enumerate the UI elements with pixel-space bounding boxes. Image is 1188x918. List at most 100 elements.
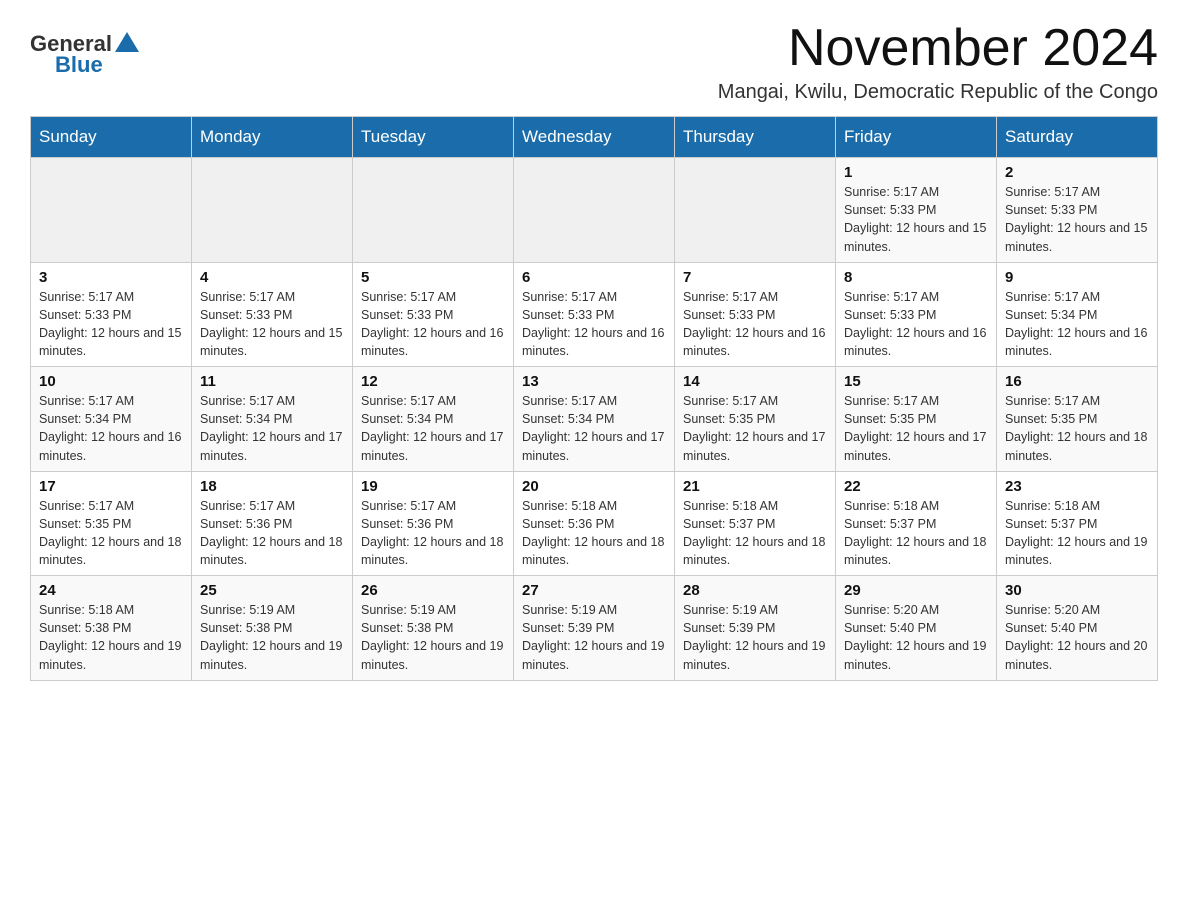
day-info: Sunrise: 5:20 AM Sunset: 5:40 PM Dayligh… xyxy=(1005,601,1149,674)
col-wednesday: Wednesday xyxy=(514,117,675,158)
table-row: 8 Sunrise: 5:17 AM Sunset: 5:33 PM Daylig… xyxy=(836,262,997,367)
subtitle: Mangai, Kwilu, Democratic Republic of th… xyxy=(718,81,1158,104)
day-number: 20 xyxy=(522,478,666,495)
day-number: 16 xyxy=(1005,373,1149,390)
title-area: November 2024 Mangai, Kwilu, Democratic … xyxy=(718,20,1158,104)
table-row: 12 Sunrise: 5:17 AM Sunset: 5:34 PM Dayli… xyxy=(353,367,514,472)
table-row: 3 Sunrise: 5:17 AM Sunset: 5:33 PM Daylig… xyxy=(31,262,192,367)
table-row: 6 Sunrise: 5:17 AM Sunset: 5:33 PM Daylig… xyxy=(514,262,675,367)
table-row: 20 Sunrise: 5:18 AM Sunset: 5:36 PM Dayli… xyxy=(514,471,675,576)
table-row: 2 Sunrise: 5:17 AM Sunset: 5:33 PM Daylig… xyxy=(997,158,1158,263)
table-row: 4Sunrise: 5:17 AM Sunset: 5:33 PM Daylig… xyxy=(192,262,353,367)
calendar-table: Sunday Monday Tuesday Wednesday Thursday… xyxy=(30,116,1158,681)
day-number: 12 xyxy=(361,373,505,390)
day-number: 6 xyxy=(522,269,666,286)
day-number: 1 xyxy=(844,164,988,181)
day-info: Sunrise: 5:17 AM Sunset: 5:36 PM Dayligh… xyxy=(200,497,344,570)
day-info: Sunrise: 5:17 AM Sunset: 5:34 PM Dayligh… xyxy=(1005,288,1149,361)
table-row: 15 Sunrise: 5:17 AM Sunset: 5:35 PM Dayli… xyxy=(836,367,997,472)
day-number: 15 xyxy=(844,373,988,390)
day-number: 18 xyxy=(200,478,344,495)
day-info: Sunrise: 5:17 AM Sunset: 5:33 PM Dayligh… xyxy=(1005,183,1149,256)
table-row: 13Sunrise: 5:17 AM Sunset: 5:34 PM Dayli… xyxy=(514,367,675,472)
table-row: 1 Sunrise: 5:17 AM Sunset: 5:33 PM Daylig… xyxy=(836,158,997,263)
table-row: 26 Sunrise: 5:19 AM Sunset: 5:38 PM Dayli… xyxy=(353,576,514,681)
day-number: 14 xyxy=(683,373,827,390)
day-number: 17 xyxy=(39,478,183,495)
day-info: Sunrise: 5:20 AM Sunset: 5:40 PM Dayligh… xyxy=(844,601,988,674)
col-monday: Monday xyxy=(192,117,353,158)
day-number: 23 xyxy=(1005,478,1149,495)
day-info: Sunrise: 5:18 AM Sunset: 5:36 PM Dayligh… xyxy=(522,497,666,570)
table-row: 22 Sunrise: 5:18 AM Sunset: 5:37 PM Dayli… xyxy=(836,471,997,576)
day-info: Sunrise: 5:17 AM Sunset: 5:33 PM Dayligh… xyxy=(844,288,988,361)
day-number: 26 xyxy=(361,582,505,599)
col-friday: Friday xyxy=(836,117,997,158)
day-info: Sunrise: 5:17 AM Sunset: 5:33 PM Dayligh… xyxy=(683,288,827,361)
logo-blue-text: Blue xyxy=(55,52,103,77)
col-saturday: Saturday xyxy=(997,117,1158,158)
day-info: Sunrise: 5:19 AM Sunset: 5:38 PM Dayligh… xyxy=(361,601,505,674)
day-info: Sunrise: 5:18 AM Sunset: 5:38 PM Dayligh… xyxy=(39,601,183,674)
table-row: 5 Sunrise: 5:17 AM Sunset: 5:33 PM Daylig… xyxy=(353,262,514,367)
calendar-week-row: 1 Sunrise: 5:17 AM Sunset: 5:33 PM Daylig… xyxy=(31,158,1158,263)
table-row: 9 Sunrise: 5:17 AM Sunset: 5:34 PM Daylig… xyxy=(997,262,1158,367)
table-row: 19 Sunrise: 5:17 AM Sunset: 5:36 PM Dayli… xyxy=(353,471,514,576)
logo-triangle-icon xyxy=(113,30,141,58)
day-number: 25 xyxy=(200,582,344,599)
day-number: 19 xyxy=(361,478,505,495)
table-row xyxy=(675,158,836,263)
table-row: 14 Sunrise: 5:17 AM Sunset: 5:35 PM Dayli… xyxy=(675,367,836,472)
table-row xyxy=(514,158,675,263)
day-info: Sunrise: 5:17 AM Sunset: 5:36 PM Dayligh… xyxy=(361,497,505,570)
day-info: Sunrise: 5:17 AM Sunset: 5:34 PM Dayligh… xyxy=(361,392,505,465)
table-row: 30 Sunrise: 5:20 AM Sunset: 5:40 PM Dayli… xyxy=(997,576,1158,681)
table-row xyxy=(192,158,353,263)
table-row: 18 Sunrise: 5:17 AM Sunset: 5:36 PM Dayli… xyxy=(192,471,353,576)
main-title: November 2024 xyxy=(718,20,1158,77)
day-number: 10 xyxy=(39,373,183,390)
day-number: 29 xyxy=(844,582,988,599)
table-row: 21 Sunrise: 5:18 AM Sunset: 5:37 PM Dayli… xyxy=(675,471,836,576)
day-number: 5 xyxy=(361,269,505,286)
day-number: 30 xyxy=(1005,582,1149,599)
day-number: 27 xyxy=(522,582,666,599)
day-info: Sunrise: 5:18 AM Sunset: 5:37 PM Dayligh… xyxy=(683,497,827,570)
day-info: Sunrise: 5:17 AM Sunset: 5:34 PM Dayligh… xyxy=(200,392,344,465)
col-sunday: Sunday xyxy=(31,117,192,158)
day-info: Sunrise: 5:18 AM Sunset: 5:37 PM Dayligh… xyxy=(844,497,988,570)
calendar-header-row: Sunday Monday Tuesday Wednesday Thursday… xyxy=(31,117,1158,158)
table-row: 24 Sunrise: 5:18 AM Sunset: 5:38 PM Dayli… xyxy=(31,576,192,681)
day-info: Sunrise: 5:17 AM Sunset: 5:33 PM Dayligh… xyxy=(39,288,183,361)
day-info: Sunrise: 5:17 AM Sunset: 5:34 PM Dayligh… xyxy=(39,392,183,465)
day-number: 8 xyxy=(844,269,988,286)
calendar-week-row: 3 Sunrise: 5:17 AM Sunset: 5:33 PM Daylig… xyxy=(31,262,1158,367)
day-number: 7 xyxy=(683,269,827,286)
page-header: General Blue November 2024 Mangai, Kwilu… xyxy=(30,20,1158,104)
day-number: 24 xyxy=(39,582,183,599)
day-info: Sunrise: 5:17 AM Sunset: 5:33 PM Dayligh… xyxy=(361,288,505,361)
table-row: 11Sunrise: 5:17 AM Sunset: 5:34 PM Dayli… xyxy=(192,367,353,472)
table-row: 27Sunrise: 5:19 AM Sunset: 5:39 PM Dayli… xyxy=(514,576,675,681)
day-info: Sunrise: 5:17 AM Sunset: 5:33 PM Dayligh… xyxy=(844,183,988,256)
day-info: Sunrise: 5:17 AM Sunset: 5:35 PM Dayligh… xyxy=(1005,392,1149,465)
day-info: Sunrise: 5:18 AM Sunset: 5:37 PM Dayligh… xyxy=(1005,497,1149,570)
table-row: 25Sunrise: 5:19 AM Sunset: 5:38 PM Dayli… xyxy=(192,576,353,681)
table-row: 7 Sunrise: 5:17 AM Sunset: 5:33 PM Daylig… xyxy=(675,262,836,367)
day-info: Sunrise: 5:17 AM Sunset: 5:34 PM Dayligh… xyxy=(522,392,666,465)
day-number: 3 xyxy=(39,269,183,286)
table-row: 10 Sunrise: 5:17 AM Sunset: 5:34 PM Dayli… xyxy=(31,367,192,472)
table-row xyxy=(31,158,192,263)
day-number: 22 xyxy=(844,478,988,495)
day-info: Sunrise: 5:17 AM Sunset: 5:35 PM Dayligh… xyxy=(683,392,827,465)
day-number: 9 xyxy=(1005,269,1149,286)
day-info: Sunrise: 5:17 AM Sunset: 5:33 PM Dayligh… xyxy=(522,288,666,361)
day-number: 21 xyxy=(683,478,827,495)
day-info: Sunrise: 5:17 AM Sunset: 5:35 PM Dayligh… xyxy=(39,497,183,570)
calendar-week-row: 24 Sunrise: 5:18 AM Sunset: 5:38 PM Dayli… xyxy=(31,576,1158,681)
table-row: 17 Sunrise: 5:17 AM Sunset: 5:35 PM Dayli… xyxy=(31,471,192,576)
day-info: Sunrise: 5:17 AM Sunset: 5:35 PM Dayligh… xyxy=(844,392,988,465)
table-row: 29 Sunrise: 5:20 AM Sunset: 5:40 PM Dayli… xyxy=(836,576,997,681)
table-row xyxy=(353,158,514,263)
day-number: 2 xyxy=(1005,164,1149,181)
